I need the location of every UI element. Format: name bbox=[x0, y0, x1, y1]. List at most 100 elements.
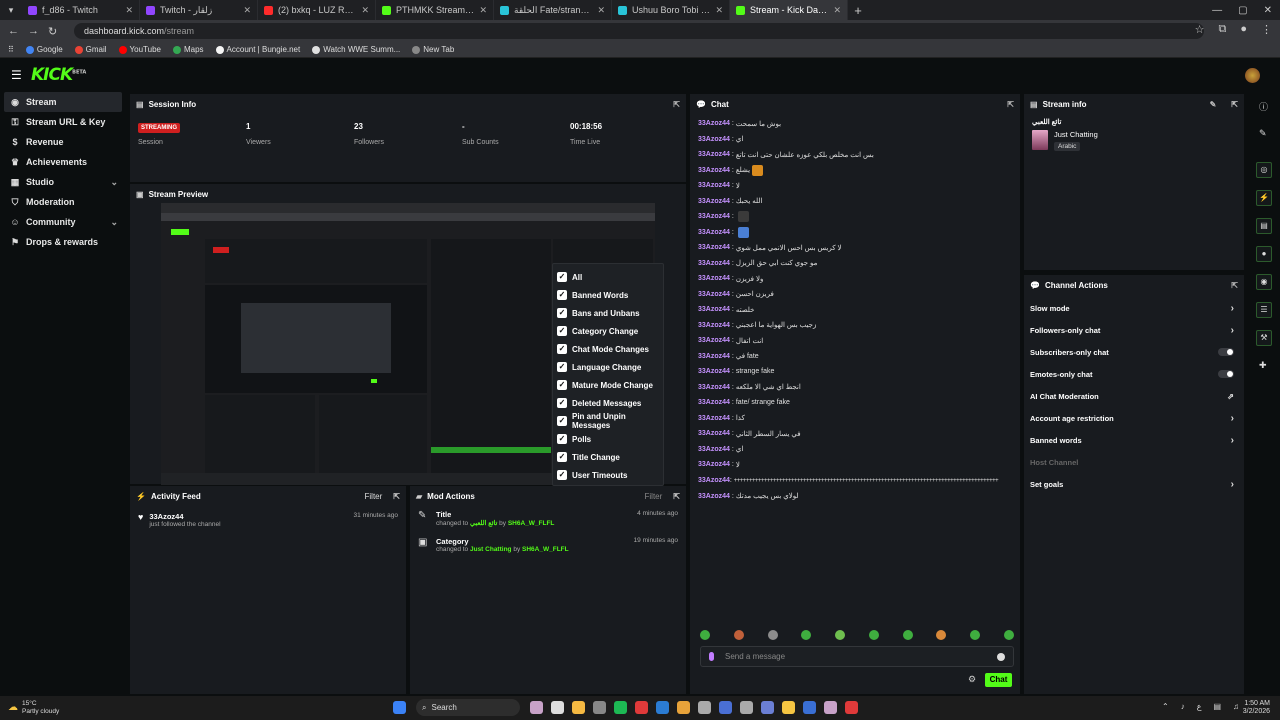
chat-username[interactable]: 33Azoz44 bbox=[698, 337, 730, 344]
chevron-right-icon[interactable]: › bbox=[1231, 479, 1234, 490]
sidebar-item-moderation[interactable]: ⛉ Moderation bbox=[0, 192, 128, 212]
quick-emote[interactable] bbox=[936, 630, 947, 640]
chat-settings-icon[interactable]: ⚙ bbox=[968, 674, 976, 685]
chat-username[interactable]: 33Azoz44 bbox=[698, 198, 730, 205]
quick-emote[interactable] bbox=[767, 630, 778, 640]
chat-username[interactable]: 33Azoz44 bbox=[698, 415, 730, 422]
quick-emote[interactable] bbox=[868, 630, 879, 640]
close-tab-icon[interactable]: ✕ bbox=[243, 5, 251, 16]
steam-icon[interactable] bbox=[698, 701, 711, 714]
kick-logo[interactable]: KICKBETA bbox=[31, 65, 86, 85]
volume-icon[interactable]: ♫ bbox=[1233, 702, 1239, 711]
chat-username[interactable]: 33Azoz44 bbox=[698, 477, 730, 484]
bookmark-item[interactable]: Maps bbox=[172, 45, 204, 54]
info-circle-icon[interactable]: ⓘ bbox=[1259, 100, 1268, 113]
checkbox-checked-icon[interactable]: ✓ bbox=[557, 434, 567, 444]
filter-option[interactable]: ✓ Category Change bbox=[553, 322, 663, 340]
tray-chevron-icon[interactable]: ⌃ bbox=[1162, 702, 1169, 711]
chat-username[interactable]: 33Azoz44 bbox=[698, 167, 730, 174]
chat-username[interactable]: 33Azoz44 bbox=[698, 399, 730, 406]
browser-tab[interactable]: PTHMKK Stream - Watch Live on ✕ bbox=[376, 0, 494, 20]
apps-grid-icon[interactable]: ⠿ bbox=[8, 45, 14, 54]
discord-icon[interactable] bbox=[719, 701, 732, 714]
bookmark-item[interactable]: Google bbox=[25, 45, 63, 54]
browser-tab[interactable]: Ushuu Boro Tobi - gumi الذهبي ✕ bbox=[612, 0, 730, 20]
chevron-right-icon[interactable]: › bbox=[1231, 435, 1234, 446]
sidebar-item-stream[interactable]: ◉ Stream bbox=[4, 92, 122, 112]
back-icon[interactable]: ← bbox=[8, 25, 19, 37]
list-widget-icon[interactable]: ☰ bbox=[1256, 302, 1272, 318]
chat-username[interactable]: 33Azoz44 bbox=[698, 430, 730, 437]
browser-tab[interactable]: (2) bxkq - LUZ ROJA - Slowed ✕ bbox=[258, 0, 376, 20]
filter-option[interactable]: ✓ User Timeouts bbox=[553, 466, 663, 484]
chat-username[interactable]: 33Azoz44 bbox=[698, 461, 730, 468]
chat-username[interactable]: 33Azoz44 bbox=[698, 229, 730, 236]
emoji-icon[interactable] bbox=[997, 653, 1005, 661]
chat-username[interactable]: 33Azoz44 bbox=[698, 213, 730, 220]
checkbox-checked-icon[interactable]: ✓ bbox=[557, 470, 567, 480]
close-window-icon[interactable]: ✕ bbox=[1264, 5, 1272, 16]
checkbox-checked-icon[interactable]: ✓ bbox=[557, 362, 567, 372]
popout-icon[interactable]: ⇱ bbox=[393, 492, 400, 501]
filter-option[interactable]: ✓ Pin and Unpin Messages bbox=[553, 412, 663, 430]
chat-username[interactable]: 33Azoz44 bbox=[698, 306, 730, 313]
close-tab-icon[interactable]: ✕ bbox=[833, 5, 841, 16]
camera-widget-icon[interactable]: ◎ bbox=[1256, 162, 1272, 178]
checkbox-checked-icon[interactable]: ✓ bbox=[557, 290, 567, 300]
checkbox-checked-icon[interactable]: ✓ bbox=[557, 380, 567, 390]
chevron-right-icon[interactable]: › bbox=[1231, 303, 1234, 314]
sidebar-item-revenue[interactable]: $ Revenue bbox=[0, 132, 128, 152]
chat-username[interactable]: 33Azoz44 bbox=[698, 446, 730, 453]
filter-option[interactable]: ✓ Title Change bbox=[553, 448, 663, 466]
bolt-widget-icon[interactable]: ⚡ bbox=[1256, 190, 1272, 206]
sidebar-item-drops-rewards[interactable]: ⚑ Drops & rewards bbox=[0, 232, 128, 252]
mod-action-moderator[interactable]: SH6A_W_FLFL bbox=[522, 546, 569, 553]
toggle-switch[interactable] bbox=[1218, 348, 1234, 356]
url-field[interactable]: dashboard.kick.com/stream bbox=[74, 23, 1204, 39]
spotify-icon[interactable] bbox=[614, 701, 627, 714]
chat-username[interactable]: 33Azoz44 bbox=[698, 353, 730, 360]
new-tab-icon[interactable]: + bbox=[848, 3, 868, 18]
network-icon[interactable]: ▤ bbox=[1213, 702, 1221, 711]
widgets-icon[interactable] bbox=[593, 701, 606, 714]
weather-widget[interactable]: ☁ 15°C Partly cloudy bbox=[8, 700, 59, 716]
file-explorer-icon[interactable] bbox=[572, 701, 585, 714]
chevron-down-icon[interactable]: ⌄ bbox=[110, 217, 118, 228]
browser-menu-icon[interactable]: ⋮ bbox=[1261, 23, 1272, 36]
maximize-icon[interactable]: ▢ bbox=[1238, 5, 1247, 16]
mod-actions-filter-button[interactable]: Filter bbox=[645, 492, 663, 501]
taskbar-search[interactable]: ⌕ Search bbox=[416, 699, 520, 716]
chat-input[interactable]: Send a message bbox=[700, 646, 1014, 667]
filter-option[interactable]: ✓ Banned Words bbox=[553, 286, 663, 304]
quick-emote[interactable] bbox=[700, 630, 710, 640]
chevron-down-icon[interactable]: ⌄ bbox=[110, 177, 118, 188]
checkbox-checked-icon[interactable]: ✓ bbox=[557, 452, 567, 462]
channel-action-subscribers-only-chat[interactable]: Subscribers-only chat bbox=[1024, 341, 1244, 363]
quick-emote[interactable] bbox=[970, 630, 981, 640]
mic-tray-icon[interactable]: ♪ bbox=[1181, 702, 1185, 711]
opera-icon[interactable] bbox=[635, 701, 648, 714]
tab-search-icon[interactable]: ▾ bbox=[0, 5, 22, 16]
channel-action-emotes-only-chat[interactable]: Emotes-only chat bbox=[1024, 363, 1244, 385]
checkbox-checked-icon[interactable]: ✓ bbox=[557, 398, 567, 408]
quick-emote[interactable] bbox=[902, 630, 913, 640]
store-icon[interactable] bbox=[761, 701, 774, 714]
chat-username[interactable]: 33Azoz44 bbox=[698, 244, 730, 251]
filter-option[interactable]: ✓ Polls bbox=[553, 430, 663, 448]
bookmark-star-icon[interactable]: ☆ bbox=[1195, 23, 1205, 36]
filter-option[interactable]: ✓ Language Change bbox=[553, 358, 663, 376]
browser-tab[interactable]: Twitch - زلقار ✕ bbox=[140, 0, 258, 20]
sidebar-item-stream-url-key[interactable]: ⚿ Stream URL & Key bbox=[0, 112, 128, 132]
chat-username[interactable]: 33Azoz44 bbox=[698, 136, 730, 143]
chrome-icon[interactable] bbox=[677, 701, 690, 714]
chat-username[interactable]: 33Azoz44 bbox=[698, 120, 730, 127]
copilot-icon[interactable] bbox=[530, 701, 543, 714]
menu-icon[interactable]: ☰ bbox=[11, 68, 22, 82]
mic-icon[interactable] bbox=[709, 652, 714, 661]
channel-action-banned-words[interactable]: Banned words › bbox=[1024, 429, 1244, 451]
channel-action-followers-only-chat[interactable]: Followers-only chat › bbox=[1024, 319, 1244, 341]
chat-username[interactable]: 33Azoz44 bbox=[698, 322, 730, 329]
chat-username[interactable]: 33Azoz44 bbox=[698, 368, 730, 375]
pencil-icon[interactable]: ✎ bbox=[1259, 128, 1267, 139]
popout-icon[interactable]: ⇱ bbox=[1007, 100, 1014, 109]
